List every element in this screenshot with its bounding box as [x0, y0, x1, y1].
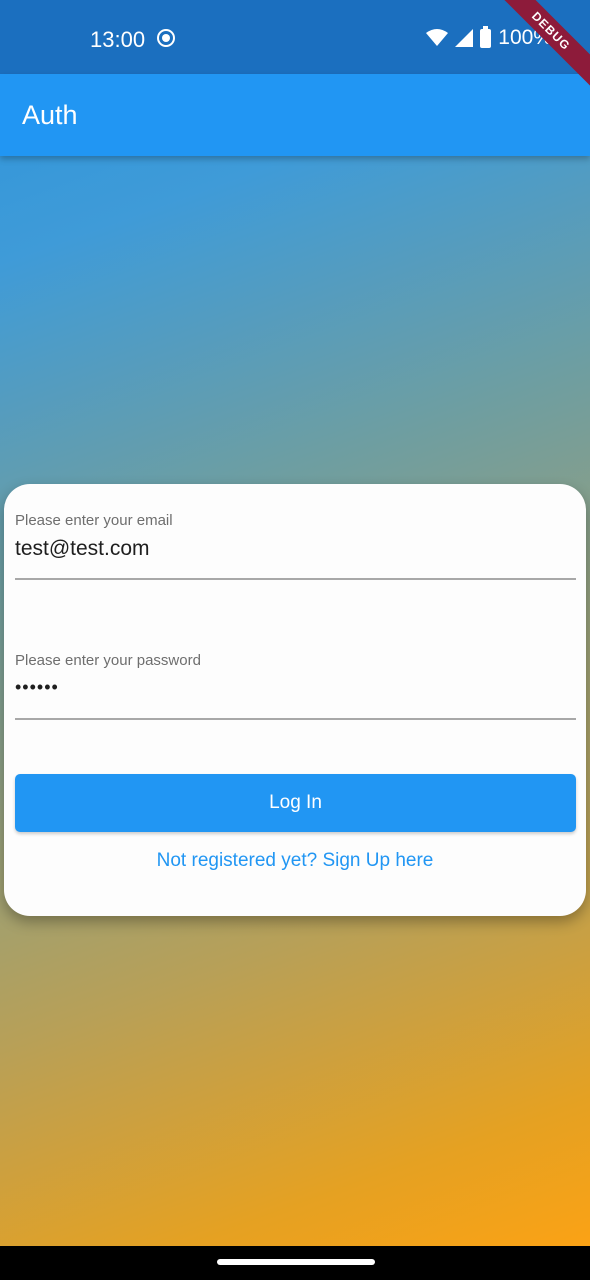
password-field[interactable]: Please enter your password •••••• — [15, 652, 576, 720]
navigation-bar — [0, 1246, 590, 1280]
email-input[interactable]: test@test.com — [15, 537, 576, 561]
email-label: Please enter your email — [15, 512, 173, 529]
app-bar: Auth — [0, 74, 590, 156]
wifi-icon — [426, 29, 449, 46]
email-underline — [15, 578, 576, 580]
app-title: Auth — [22, 100, 78, 130]
password-input[interactable]: •••••• — [15, 677, 576, 698]
email-field[interactable]: Please enter your email test@test.com — [15, 512, 576, 580]
login-button[interactable]: Log In — [15, 774, 576, 832]
auth-card: Please enter your email test@test.com Pl… — [4, 484, 586, 916]
home-gesture-handle[interactable] — [217, 1259, 375, 1265]
password-underline — [15, 718, 576, 720]
status-bar: 13:00 100% — [0, 0, 590, 74]
password-label: Please enter your password — [15, 652, 201, 669]
battery-icon — [480, 25, 492, 48]
signup-link[interactable]: Not registered yet? Sign Up here — [4, 850, 586, 872]
screen-record-icon — [157, 29, 175, 47]
status-time: 13:00 — [90, 27, 146, 52]
signal-icon — [455, 29, 474, 47]
